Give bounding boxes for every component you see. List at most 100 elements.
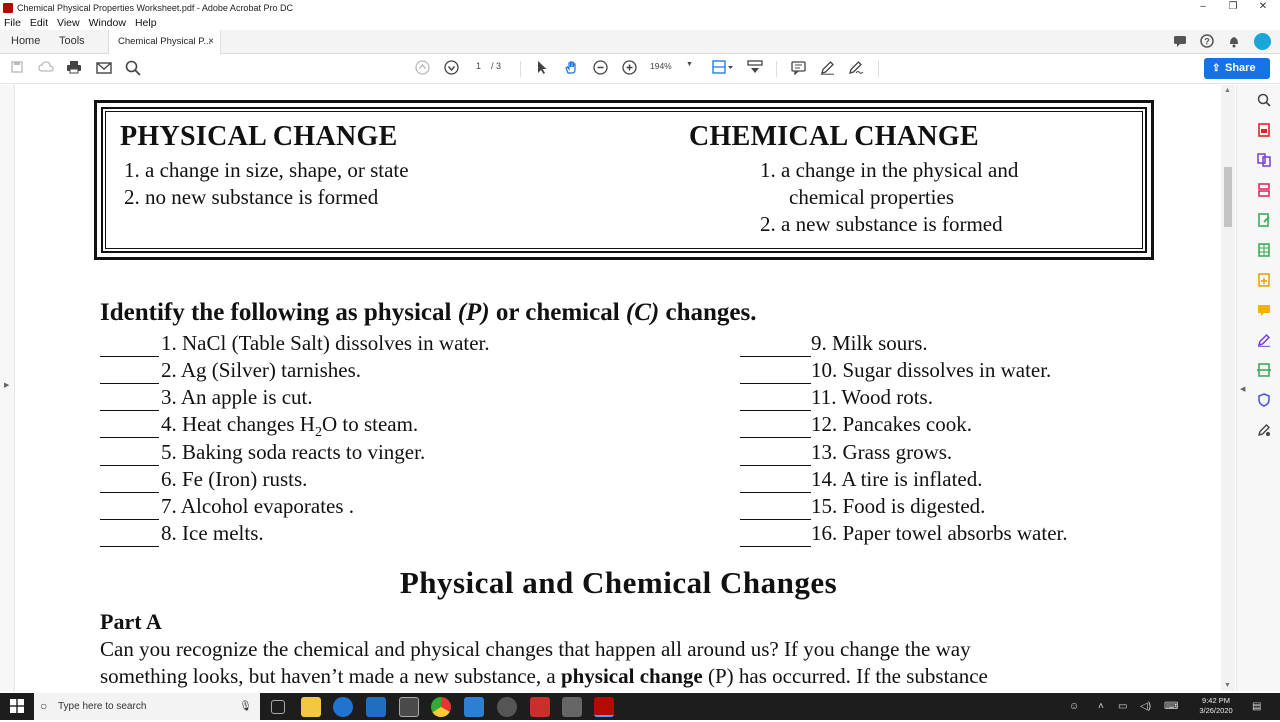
network-icon[interactable]: ▭ (1118, 693, 1127, 720)
scrollbar-thumb[interactable] (1224, 167, 1232, 227)
question-13: 13. Grass grows. (811, 440, 953, 464)
zoom-level-select[interactable]: 194% ▼ (650, 61, 696, 71)
volume-icon[interactable]: ◁) (1140, 693, 1151, 720)
fill-sign-icon[interactable] (1256, 333, 1272, 349)
answer-blank[interactable] (740, 383, 811, 384)
notes-app-icon[interactable] (464, 697, 484, 717)
email-icon[interactable] (95, 60, 113, 78)
search-icon[interactable] (124, 60, 142, 78)
minimize-button[interactable]: – (1188, 0, 1218, 15)
protect-shield-icon[interactable] (1256, 393, 1272, 409)
comment-tool-icon[interactable] (1256, 303, 1272, 319)
create-pdf-icon[interactable] (1256, 273, 1272, 289)
menu-window[interactable]: Window (89, 17, 126, 29)
answer-blank[interactable] (740, 410, 811, 411)
tab-document[interactable]: Chemical Physical P... × (108, 30, 221, 54)
media-app-icon[interactable] (497, 697, 517, 717)
answer-blank[interactable] (100, 492, 159, 493)
previous-page-icon[interactable] (413, 60, 431, 78)
paragraph-line-1: Can you recognize the chemical and physi… (100, 637, 971, 661)
organize-pages-icon[interactable] (1256, 183, 1272, 199)
keyboard-icon[interactable]: ⌨ (1164, 693, 1178, 720)
scroll-mode-icon[interactable] (746, 60, 764, 78)
hand-tool-icon[interactable] (562, 60, 580, 78)
task-view-icon[interactable] (271, 700, 285, 714)
physical-item-1: 1. a change in size, shape, or state (124, 158, 409, 182)
people-icon[interactable]: ☺ (1069, 693, 1079, 720)
export-pdf-icon[interactable] (1256, 123, 1272, 139)
answer-blank[interactable] (740, 546, 811, 547)
show-hidden-icons-icon[interactable]: ˄ (1098, 693, 1104, 720)
menu-file[interactable]: File (4, 17, 21, 29)
answer-blank[interactable] (740, 465, 811, 466)
acrobat-taskbar-icon[interactable] (594, 697, 614, 717)
file-explorer-icon[interactable] (301, 697, 321, 717)
answer-blank[interactable] (100, 410, 159, 411)
answer-blank[interactable] (740, 437, 811, 438)
answer-blank[interactable] (100, 546, 159, 547)
select-cursor-icon[interactable] (533, 60, 551, 78)
upload-cloud-icon[interactable] (37, 60, 55, 78)
windows-start-button[interactable] (0, 693, 34, 720)
close-window-button[interactable]: ✕ (1248, 0, 1278, 15)
answer-blank[interactable] (100, 356, 159, 357)
answer-blank[interactable] (740, 492, 811, 493)
export-spreadsheet-icon[interactable] (1256, 243, 1272, 259)
answer-blank[interactable] (740, 519, 811, 520)
menu-view[interactable]: View (57, 17, 80, 29)
user-avatar[interactable] (1254, 33, 1271, 50)
notifications-icon[interactable]: ▤ (1252, 693, 1261, 720)
windows-taskbar: ○ Type here to search 🎙 ☺ ˄ ▭ ◁) ⌨ 9:42 … (0, 693, 1280, 720)
system-clock[interactable]: 9:42 PM 3/26/2020 (1198, 696, 1234, 716)
scan-ocr-icon[interactable] (1256, 363, 1272, 379)
instructions-heading: Identify the following as physical (P) o… (100, 299, 757, 326)
comment-icon[interactable] (789, 60, 807, 78)
scroll-down-icon[interactable]: ▼ (1224, 682, 1231, 689)
menu-help[interactable]: Help (135, 17, 157, 29)
expand-left-panel-icon[interactable]: ▶ (4, 381, 9, 389)
current-page[interactable]: 1 (476, 61, 481, 71)
menu-bar: File Edit View Window Help (0, 15, 1280, 30)
answer-blank[interactable] (100, 519, 159, 520)
zoom-search-icon[interactable] (1256, 93, 1272, 109)
toolbar-separator (776, 61, 777, 77)
edge-browser-icon[interactable] (333, 697, 353, 717)
save-icon[interactable] (8, 60, 26, 78)
next-page-icon[interactable] (442, 60, 460, 78)
more-tools-icon[interactable] (1256, 423, 1272, 439)
collapse-right-pane-icon[interactable]: ◀ (1240, 385, 1245, 393)
page-indicator[interactable]: 1 / 3 (476, 61, 501, 71)
chrome-icon[interactable] (431, 697, 451, 717)
taskbar-search-box[interactable]: ○ Type here to search 🎙 (34, 693, 260, 720)
office-app-icon[interactable] (530, 697, 550, 717)
answer-blank[interactable] (100, 437, 159, 438)
tab-home[interactable]: Home (11, 30, 40, 54)
answer-blank[interactable] (100, 383, 159, 384)
question-7: 7. Alcohol evaporates . (161, 494, 355, 518)
highlight-pen-icon[interactable] (818, 60, 836, 78)
vertical-scrollbar[interactable]: ▲ ▼ (1221, 85, 1235, 691)
menu-edit[interactable]: Edit (30, 17, 48, 29)
capture-app-icon[interactable] (562, 697, 582, 717)
sign-icon[interactable] (847, 60, 865, 78)
svg-text:?: ? (1204, 37, 1210, 47)
tab-close-icon[interactable]: × (208, 30, 214, 53)
zoom-out-icon[interactable] (591, 60, 609, 78)
combine-files-icon[interactable] (1256, 153, 1272, 169)
scroll-up-icon[interactable]: ▲ (1224, 87, 1231, 94)
bell-icon[interactable] (1226, 34, 1242, 50)
mail-icon[interactable] (366, 697, 386, 717)
answer-blank[interactable] (740, 356, 811, 357)
answer-blank[interactable] (100, 465, 159, 466)
share-button[interactable]: ⇪ Share (1204, 58, 1270, 79)
store-icon[interactable] (399, 697, 419, 717)
page-layout-icon[interactable] (710, 60, 736, 78)
print-icon[interactable] (65, 60, 83, 78)
tab-tools[interactable]: Tools (59, 30, 85, 54)
maximize-button[interactable]: ❐ (1218, 0, 1248, 15)
microphone-icon[interactable]: 🎙 (239, 693, 252, 720)
zoom-in-icon[interactable] (620, 60, 638, 78)
comment-bubble-icon[interactable] (1172, 34, 1188, 50)
edit-pdf-icon[interactable] (1256, 213, 1272, 229)
help-icon[interactable]: ? (1199, 34, 1215, 50)
